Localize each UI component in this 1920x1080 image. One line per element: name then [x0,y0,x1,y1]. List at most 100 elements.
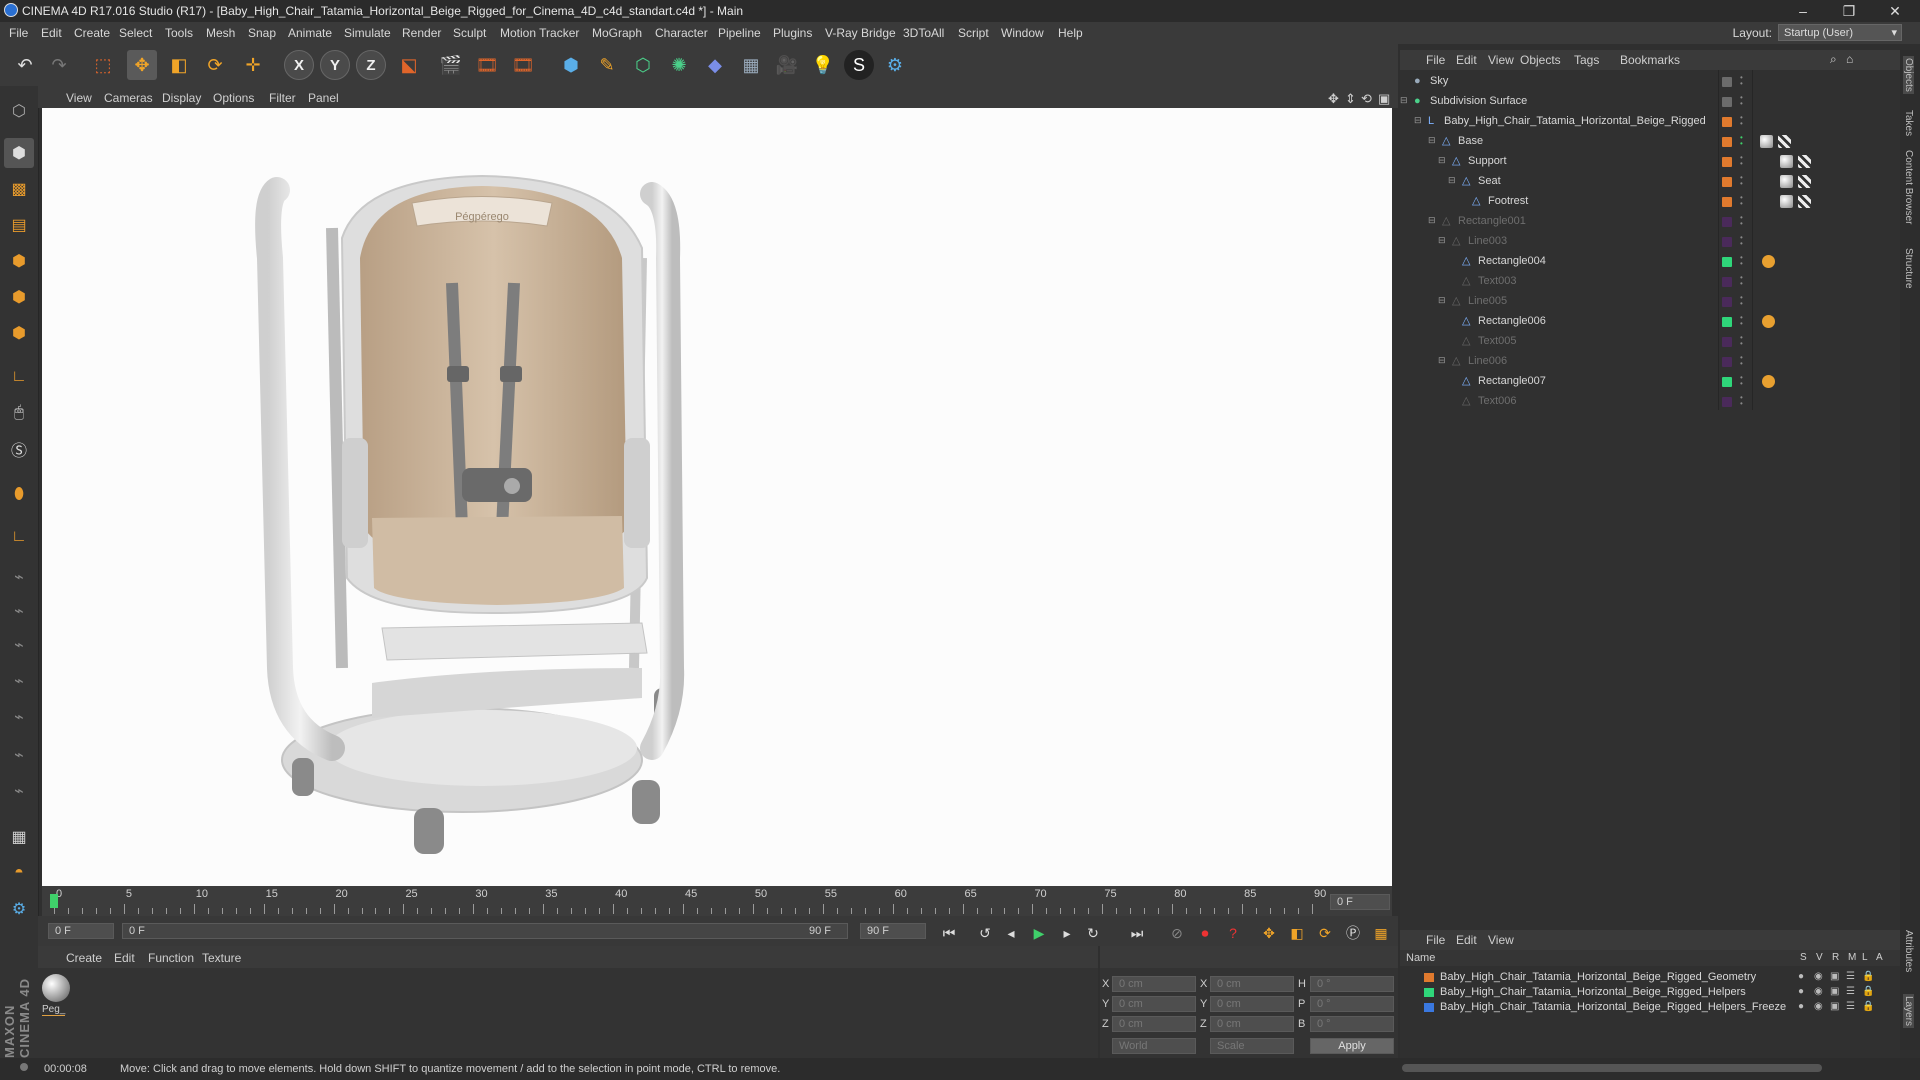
collapse-toggle-icon[interactable]: ⊟ [1428,135,1439,146]
menu-select[interactable]: Select [119,26,152,40]
layer-color-swatch[interactable] [1722,117,1732,127]
layer-color-swatch[interactable] [1424,973,1434,982]
rotate-tool-icon[interactable]: ⟳ [200,50,230,80]
scale-tool-icon[interactable]: ◧ [164,50,194,80]
next-key-icon[interactable]: ↻ [1082,922,1104,944]
minimize-button[interactable]: – [1780,0,1826,22]
object-row[interactable]: ⊟ △ Seat • • [1400,172,1900,192]
sculpt-pull-icon[interactable]: ⌁ [4,596,34,626]
texture-tag-icon[interactable] [1798,175,1811,188]
solo-dot-icon[interactable]: ● [1798,971,1804,982]
pos-y-field[interactable]: 0 cm [1112,996,1196,1012]
magnet-icon[interactable]: ⬮ [4,480,34,510]
constraint-tag-icon[interactable] [1762,315,1775,328]
menu-edit[interactable]: Edit [41,26,62,40]
light-icon[interactable]: 💡 [808,50,838,80]
layer-row[interactable]: Baby_High_Chair_Tatamia_Horizontal_Beige… [1400,985,1900,1000]
menu-script[interactable]: Script [958,26,989,40]
snap-icon[interactable]: Ⓢ [4,434,34,464]
autokeying-icon[interactable]: ? [1222,922,1244,944]
play-icon[interactable]: ▶ [1028,922,1050,944]
cloner-icon[interactable]: ✺ [664,50,694,80]
layer-color-swatch[interactable] [1722,237,1732,247]
object-menu-view[interactable]: View [1488,53,1514,67]
visibility-dots-icon[interactable]: • • [1740,314,1744,329]
viewport-menu-cameras[interactable]: Cameras [104,91,153,105]
object-row[interactable]: △ Text006 • • [1400,392,1900,412]
object-row[interactable]: ⊟ △ Line006 • • [1400,352,1900,372]
menu-mesh[interactable]: Mesh [206,26,235,40]
constraint-tag-icon[interactable] [1762,375,1775,388]
deformer-icon[interactable]: ◆ [700,50,730,80]
visibility-dots-icon[interactable]: • • [1740,74,1744,89]
python-script-icon[interactable]: ⚙ [4,894,34,924]
material-menu-create[interactable]: Create [66,951,102,965]
object-row[interactable]: △ Footrest • • [1400,192,1900,212]
menu-create[interactable]: Create [74,26,110,40]
x-axis-lock-button[interactable]: X [284,50,314,80]
camera-icon[interactable]: 🎥 [772,50,802,80]
lock-icon[interactable]: 🔒 [1862,1001,1874,1012]
tab-takes[interactable]: Takes [1903,110,1914,136]
layer-color-swatch[interactable] [1722,157,1732,167]
collapse-toggle-icon[interactable]: ⊟ [1438,295,1449,306]
size-x-field[interactable]: 0 cm [1210,976,1294,992]
make-editable-icon[interactable]: ⬡ [4,96,34,126]
render-settings-icon[interactable]: 🎞 [508,50,538,80]
visibility-dots-icon[interactable]: • • [1740,114,1744,129]
coordinate-mode-select[interactable]: World [1112,1038,1196,1054]
layer-color-swatch[interactable] [1722,397,1732,407]
visibility-dots-icon[interactable]: • • [1740,274,1744,289]
sculpt-inflate-icon[interactable]: ⌁ [4,702,34,732]
pen-spline-icon[interactable]: ✎ [592,50,622,80]
layer-color-swatch[interactable] [1722,377,1732,387]
menu-snap[interactable]: Snap [248,26,276,40]
render-view-icon[interactable]: 🎬 [436,50,466,80]
visibility-dots-icon[interactable]: • • [1740,134,1744,149]
object-menu-tags[interactable]: Tags [1574,53,1599,67]
layer-color-swatch[interactable] [1722,317,1732,327]
visibility-dots-icon[interactable]: • • [1740,174,1744,189]
sculpt-flatten-icon[interactable]: ⌁ [4,666,34,696]
next-frame-icon[interactable]: ▸ [1056,922,1078,944]
visibility-dots-icon[interactable]: • • [1740,294,1744,309]
current-frame-field[interactable]: 0 F [1330,894,1390,910]
rot-p-field[interactable]: 0 ° [1310,996,1394,1012]
render-icon[interactable]: ▣ [1830,971,1839,982]
layer-color-swatch[interactable] [1722,177,1732,187]
axis-mode-icon[interactable]: ∟ [4,362,34,392]
layer-color-swatch[interactable] [1722,277,1732,287]
vray-icon[interactable]: S [844,50,874,80]
layer-menu-edit[interactable]: Edit [1456,933,1477,947]
tab-attributes[interactable]: Attributes [1903,930,1914,972]
object-row[interactable]: ⊟ L Baby_High_Chair_Tatamia_Horizontal_Bei… [1400,112,1900,132]
workplane-mode-icon[interactable]: ▤ [4,210,34,240]
visibility-dots-icon[interactable]: • • [1740,194,1744,209]
menu-motion-tracker[interactable]: Motion Tracker [500,26,579,40]
object-menu-file[interactable]: File [1426,53,1445,67]
tweak-mode-icon[interactable]: 🖱 [4,398,34,428]
visibility-dots-icon[interactable]: • • [1740,334,1744,349]
tab-objects[interactable]: Objects [1903,56,1914,94]
size-mode-select[interactable]: Scale [1210,1038,1294,1054]
visibility-dots-icon[interactable]: • • [1740,254,1744,269]
texture-tag-icon[interactable] [1798,195,1811,208]
apply-button[interactable]: Apply [1310,1038,1394,1054]
object-menu-objects[interactable]: Objects [1520,53,1561,67]
material-preview-ball[interactable] [42,974,70,1002]
tab-structure[interactable]: Structure [1903,248,1914,289]
material-menu-edit[interactable]: Edit [114,951,135,965]
sculpt-smooth-icon[interactable]: ⌁ [4,630,34,660]
layer-menu-file[interactable]: File [1426,933,1445,947]
cube-primitive-icon[interactable]: ⬢ [556,50,586,80]
layer-color-swatch[interactable] [1722,197,1732,207]
object-menu-bookmarks[interactable]: Bookmarks [1620,53,1680,67]
layer-color-swatch[interactable] [1722,217,1732,227]
menu-3dtoall[interactable]: 3DToAll [903,26,944,40]
zoom-view-icon[interactable]: ⇕ [1345,91,1356,107]
object-row[interactable]: ⊟ △ Line005 • • [1400,292,1900,312]
rot-b-field[interactable]: 0 ° [1310,1016,1394,1032]
keyframe-selection-icon[interactable]: ⊘ [1166,922,1188,944]
collapse-toggle-icon[interactable]: ⊟ [1400,95,1411,106]
object-row[interactable]: ● Sky • • [1400,72,1900,92]
